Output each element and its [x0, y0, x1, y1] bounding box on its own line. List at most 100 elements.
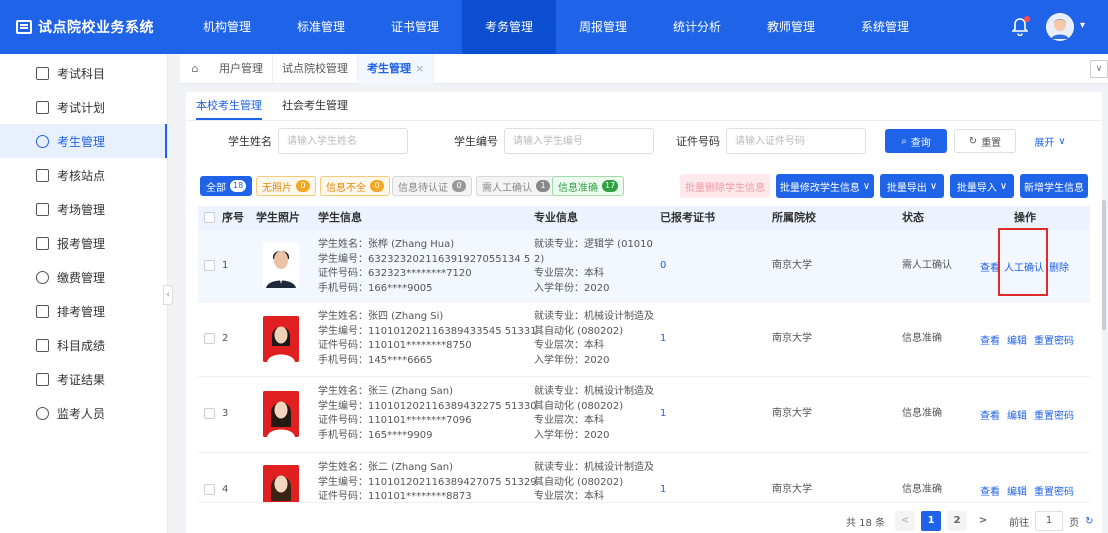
- status-text: 信息准确: [902, 484, 942, 495]
- calendar-icon: [36, 304, 49, 318]
- user-circle-icon: [36, 134, 49, 148]
- chevron-down-icon: ∨: [929, 180, 938, 192]
- chevron-down-icon: ∨: [862, 180, 871, 192]
- reset-password-link[interactable]: 重置密码: [1034, 332, 1074, 347]
- batch-edit-button[interactable]: 批量修改学生信息 ∨: [776, 174, 874, 198]
- tab-users[interactable]: 用户管理: [210, 53, 273, 84]
- next-page-icon[interactable]: >: [973, 511, 993, 531]
- nav-item-org[interactable]: 机构管理: [180, 0, 274, 54]
- user-avatar[interactable]: [1046, 13, 1074, 41]
- refresh-icon[interactable]: ↻: [1085, 516, 1093, 527]
- filter-chip-incomplete[interactable]: 信息不全 0: [320, 176, 390, 196]
- nav-item-exam[interactable]: 考务管理: [462, 0, 556, 54]
- batch-delete-button[interactable]: 批量删除学生信息: [680, 174, 770, 198]
- nav-item-teacher[interactable]: 教师管理: [744, 0, 838, 54]
- filter-chip-pending[interactable]: 信息待认证 0: [392, 176, 472, 196]
- edit-link[interactable]: 编辑: [1007, 332, 1027, 347]
- view-link[interactable]: 查看: [980, 407, 1000, 422]
- sidebar-item-proctors[interactable]: 监考人员: [0, 396, 167, 430]
- row-checkbox[interactable]: [204, 333, 215, 344]
- batch-export-button[interactable]: 批量导出 ∨: [880, 174, 944, 198]
- table-row[interactable]: 4 学生姓名：张二 (Zhang San) 学生编号：11010120211638…: [198, 453, 1090, 503]
- page-2[interactable]: 2: [947, 511, 968, 531]
- top-navbar: 试点院校业务系统 机构管理 标准管理 证书管理 考务管理 周报管理 统计分析 教…: [0, 0, 1108, 54]
- count-badge: 18: [230, 180, 247, 192]
- expand-button[interactable]: 展开 ∨: [1024, 129, 1076, 153]
- filter-id: 学生编号: [454, 128, 654, 154]
- page-unit-label: 页: [1069, 517, 1080, 529]
- sidebar-item-scores[interactable]: 科目成绩: [0, 328, 167, 362]
- sidebar-item-payments[interactable]: 缴费管理: [0, 260, 167, 294]
- cert-count[interactable]: 1: [660, 483, 666, 498]
- cert-count[interactable]: 1: [660, 407, 666, 422]
- edit-link[interactable]: 编辑: [1007, 407, 1027, 422]
- sidebar-collapse-chevron-icon[interactable]: ‹: [163, 285, 173, 305]
- student-name-input[interactable]: [278, 128, 408, 154]
- student-id-input[interactable]: [504, 128, 654, 154]
- row-checkbox[interactable]: [204, 408, 215, 419]
- check-square-icon: [36, 372, 49, 386]
- sidebar-item-plans[interactable]: 考试计划: [0, 90, 167, 124]
- tabs-more-chevron-icon[interactable]: ∨: [1090, 60, 1108, 78]
- nav-item-stats[interactable]: 统计分析: [650, 0, 744, 54]
- nav-item-standard[interactable]: 标准管理: [274, 0, 368, 54]
- sidebar-item-subjects[interactable]: 考试科目: [0, 56, 167, 90]
- nav-item-system[interactable]: 系统管理: [838, 0, 932, 54]
- page-1[interactable]: 1: [921, 511, 942, 531]
- sidebar-item-candidates[interactable]: 考生管理: [0, 124, 167, 158]
- sidebar-item-sites[interactable]: 考核站点: [0, 158, 167, 192]
- reset-button[interactable]: ↻ 重置: [954, 129, 1016, 153]
- add-student-button[interactable]: 新增学生信息: [1020, 174, 1088, 198]
- reset-password-link[interactable]: 重置密码: [1034, 483, 1074, 498]
- sidebar-item-rooms[interactable]: 考场管理: [0, 192, 167, 226]
- filter-chip-no-photo[interactable]: 无照片 0: [256, 176, 316, 196]
- sidebar-item-registration[interactable]: 报考管理: [0, 226, 167, 260]
- view-link[interactable]: 查看: [980, 259, 1000, 274]
- table-row[interactable]: 1 学生姓名：张桦 (Zhang Hua) 学生编号：63232320211639…: [198, 230, 1090, 302]
- sidebar-item-results[interactable]: 考证结果: [0, 362, 167, 396]
- cert-count[interactable]: 1: [660, 332, 666, 347]
- page-jump-input[interactable]: 1: [1035, 511, 1064, 531]
- count-badge: 0: [370, 180, 384, 192]
- student-photo: [263, 242, 299, 288]
- app-logo[interactable]: 试点院校业务系统: [16, 0, 154, 54]
- chevron-down-icon[interactable]: ▾: [1080, 20, 1085, 31]
- view-link[interactable]: 查看: [980, 483, 1000, 498]
- tab-candidates[interactable]: 考生管理 ×: [358, 53, 435, 84]
- col-major: 专业信息: [534, 211, 578, 224]
- table-row[interactable]: 3 学生姓名：张三 (Zhang San) 学生编号：11010120211638…: [198, 377, 1090, 453]
- student-photo: [263, 465, 299, 502]
- sidebar-item-schedule[interactable]: 排考管理: [0, 294, 167, 328]
- status-text: 信息准确: [902, 333, 942, 344]
- table-scrollbar[interactable]: [1102, 200, 1106, 330]
- batch-import-button[interactable]: 批量导入 ∨: [950, 174, 1014, 198]
- subtab-social-candidates[interactable]: 社会考生管理: [282, 92, 348, 120]
- filter-cert: 证件号码: [676, 128, 866, 154]
- filter-chip-accurate[interactable]: 信息准确 17: [552, 176, 625, 196]
- row-checkbox[interactable]: [204, 484, 215, 495]
- view-link[interactable]: 查看: [980, 332, 1000, 347]
- subtabs: 本校考生管理 社会考生管理: [186, 92, 368, 120]
- home-icon[interactable]: ⌂: [180, 62, 210, 75]
- search-icon: ⌕: [901, 135, 907, 147]
- major-info: 就读专业：机械设计制造及 其自动化 (080202) 专业层次：本科: [534, 462, 654, 502]
- subtab-school-candidates[interactable]: 本校考生管理: [196, 92, 262, 120]
- prev-page-icon[interactable]: <: [895, 511, 916, 531]
- filter-chip-all[interactable]: 全部 18: [200, 176, 253, 196]
- row-checkbox[interactable]: [204, 260, 215, 271]
- nav-item-cert[interactable]: 证书管理: [368, 0, 462, 54]
- tab-bar: ⌂ 用户管理 试点院校管理 考生管理 × ∨: [180, 53, 1108, 84]
- select-all-checkbox[interactable]: [204, 212, 215, 223]
- delete-link[interactable]: 删除: [1049, 259, 1069, 274]
- close-icon[interactable]: ×: [415, 62, 424, 75]
- chevron-down-icon: ∨: [1058, 135, 1066, 147]
- cert-count[interactable]: 0: [660, 259, 666, 274]
- table-row[interactable]: 2 学生姓名：张四 (Zhang Si) 学生编号：110101202116389…: [198, 302, 1090, 377]
- filter-chip-manual[interactable]: 需人工确认 1: [476, 176, 556, 196]
- tab-schools[interactable]: 试点院校管理: [273, 53, 358, 84]
- cert-number-input[interactable]: [726, 128, 866, 154]
- nav-item-weekly[interactable]: 周报管理: [556, 0, 650, 54]
- search-button[interactable]: ⌕ 查询: [885, 129, 947, 153]
- reset-password-link[interactable]: 重置密码: [1034, 407, 1074, 422]
- edit-link[interactable]: 编辑: [1007, 483, 1027, 498]
